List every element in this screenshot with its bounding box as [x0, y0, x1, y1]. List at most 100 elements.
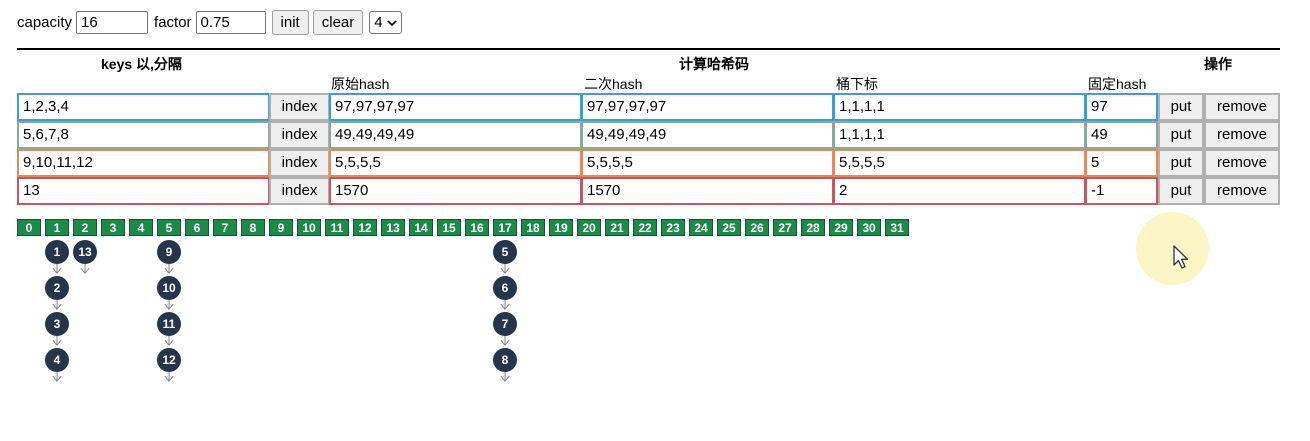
bucket-slot: 25	[717, 219, 741, 236]
chevron-down-icon	[387, 19, 397, 26]
bucket-slot: 16	[465, 219, 489, 236]
bucket-slot: 10	[297, 219, 321, 236]
table-row: 13 index 1570 1570 2 -1 put remove	[17, 177, 1280, 205]
orig-hash-header: 原始hash	[331, 76, 390, 92]
remove-button[interactable]: remove	[1204, 121, 1280, 149]
bucket-slot: 31	[885, 219, 909, 236]
clear-button[interactable]: clear	[312, 10, 364, 35]
second-hash-field[interactable]: 97,97,97,97	[581, 93, 834, 121]
bucket-slot: 3	[101, 219, 125, 236]
index-button[interactable]: index	[269, 149, 330, 177]
bucket-slot: 7	[213, 219, 237, 236]
fixed-hash-field[interactable]: -1	[1085, 177, 1158, 205]
put-button[interactable]: put	[1158, 149, 1204, 177]
bucket-slot: 13	[381, 219, 405, 236]
chain-node: 7	[493, 312, 517, 336]
keys-input[interactable]: 9,10,11,12	[17, 149, 270, 177]
bucket-index-field[interactable]: 1,1,1,1	[833, 93, 1086, 121]
down-arrow-icon	[500, 336, 510, 346]
orig-hash-field[interactable]: 5,5,5,5	[329, 149, 582, 177]
bucket-slot: 12	[353, 219, 377, 236]
down-arrow-icon	[500, 264, 510, 274]
capacity-input[interactable]	[76, 11, 149, 34]
controls-bar: capacity factor init clear 4	[17, 10, 402, 35]
chain-node: 1	[45, 240, 69, 264]
count-select-value: 4	[374, 14, 383, 31]
index-button[interactable]: index	[269, 177, 330, 205]
second-hash-field[interactable]: 49,49,49,49	[581, 121, 834, 149]
bucket-slot: 8	[241, 219, 265, 236]
orig-hash-field[interactable]: 1570	[329, 177, 582, 205]
bucket-index-field[interactable]: 5,5,5,5	[833, 149, 1086, 177]
bucket-slot: 19	[549, 219, 573, 236]
second-hash-header: 二次hash	[584, 76, 643, 92]
put-button[interactable]: put	[1158, 121, 1204, 149]
bucket-slot: 5	[157, 219, 181, 236]
ops-header: 操作	[1204, 56, 1232, 72]
put-button[interactable]: put	[1158, 93, 1204, 121]
down-arrow-icon	[164, 372, 174, 382]
chain-node: 2	[45, 276, 69, 300]
chain-node: 13	[73, 240, 97, 264]
bucket-slot: 0	[17, 219, 41, 236]
second-hash-field[interactable]: 5,5,5,5	[581, 149, 834, 177]
down-arrow-icon	[52, 336, 62, 346]
remove-button[interactable]: remove	[1204, 149, 1280, 177]
fixed-hash-header: 固定hash	[1088, 76, 1147, 92]
keys-input[interactable]: 13	[17, 177, 270, 205]
chain-node: 11	[157, 312, 181, 336]
chain-node: 4	[45, 348, 69, 372]
count-select[interactable]: 4	[369, 11, 402, 34]
fixed-hash-field[interactable]: 5	[1085, 149, 1158, 177]
index-button[interactable]: index	[269, 121, 330, 149]
bucket-slot: 4	[129, 219, 153, 236]
down-arrow-icon	[164, 336, 174, 346]
bucket-slot: 9	[269, 219, 293, 236]
put-button[interactable]: put	[1158, 177, 1204, 205]
bucket-slot: 15	[437, 219, 461, 236]
orig-hash-field[interactable]: 97,97,97,97	[329, 93, 582, 121]
factor-input[interactable]	[195, 11, 266, 34]
down-arrow-icon	[52, 372, 62, 382]
keys-input[interactable]: 5,6,7,8	[17, 121, 270, 149]
down-arrow-icon	[52, 300, 62, 310]
table-row: 9,10,11,12 index 5,5,5,5 5,5,5,5 5,5,5,5 5 put…	[17, 149, 1280, 177]
chain-node: 10	[157, 276, 181, 300]
orig-hash-field[interactable]: 49,49,49,49	[329, 121, 582, 149]
down-arrow-icon	[52, 264, 62, 274]
bucket-slot: 24	[689, 219, 713, 236]
fixed-hash-field[interactable]: 97	[1085, 93, 1158, 121]
table-top-rule	[17, 48, 1280, 50]
bucket-slot: 27	[773, 219, 797, 236]
bucket-index-header: 桶下标	[836, 76, 878, 92]
bucket-slot: 14	[409, 219, 433, 236]
bucket-array: 0 1 2 3 4 5 6 7 8 9 10 11 12 13 14 15 16 17 18 19 20 21 22 23 24…	[17, 219, 913, 236]
chain-node: 5	[493, 240, 517, 264]
bucket-index-field[interactable]: 2	[833, 177, 1086, 205]
chain-node: 6	[493, 276, 517, 300]
bucket-slot: 17	[493, 219, 517, 236]
keys-header: keys 以,分隔	[101, 56, 182, 72]
chain-node: 8	[493, 348, 517, 372]
remove-button[interactable]: remove	[1204, 93, 1280, 121]
second-hash-field[interactable]: 1570	[581, 177, 834, 205]
bucket-slot: 23	[661, 219, 685, 236]
bucket-slot: 29	[829, 219, 853, 236]
bucket-index-field[interactable]: 1,1,1,1	[833, 121, 1086, 149]
bucket-slot: 28	[801, 219, 825, 236]
bucket-slot: 21	[605, 219, 629, 236]
factor-label: factor	[154, 14, 192, 31]
init-button[interactable]: init	[271, 10, 309, 35]
bucket-slot: 26	[745, 219, 769, 236]
bucket-slot: 11	[325, 219, 349, 236]
bucket-slot: 22	[633, 219, 657, 236]
keys-input[interactable]: 1,2,3,4	[17, 93, 270, 121]
fixed-hash-field[interactable]: 49	[1085, 121, 1158, 149]
down-arrow-icon	[80, 264, 90, 274]
down-arrow-icon	[164, 300, 174, 310]
index-button[interactable]: index	[269, 93, 330, 121]
table-row: 1,2,3,4 index 97,97,97,97 97,97,97,97 1,1,1,…	[17, 93, 1280, 121]
chain-node: 12	[157, 348, 181, 372]
chain-node: 3	[45, 312, 69, 336]
remove-button[interactable]: remove	[1204, 177, 1280, 205]
